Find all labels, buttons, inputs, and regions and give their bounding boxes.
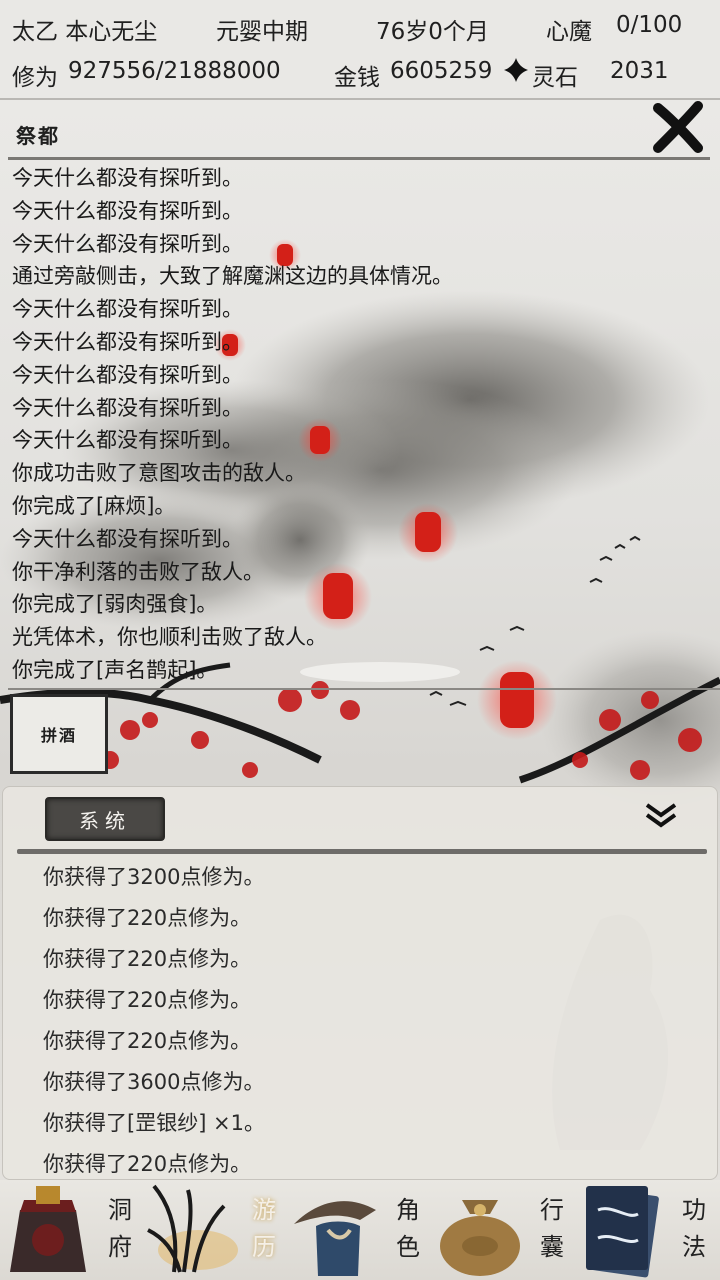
system-panel: 系统 你获得了3200点修为。 你获得了220点修为。 你获得了220点修为。 … (2, 786, 718, 1180)
heart-demon-value: 0/100 (616, 12, 683, 38)
log-line: 你完成了[麻烦]。 (12, 493, 176, 518)
tab-system[interactable]: 系统 (45, 797, 165, 841)
close-button[interactable] (650, 100, 706, 156)
log-line: 今天什么都没有探听到。 (12, 297, 243, 322)
system-message: 你获得了3600点修为。 (43, 1070, 265, 1094)
cultivation-value: 927556/21888000 (68, 58, 281, 84)
pouch-icon (440, 1200, 520, 1276)
system-message: 你获得了220点修为。 (43, 947, 252, 971)
cultivation-label: 修为 (12, 65, 58, 91)
spirit-stone-label: 灵石 (532, 65, 578, 91)
event-log: 今天什么都没有探听到。 今天什么都没有探听到。 今天什么都没有探听到。 通过旁敲… (12, 162, 702, 687)
log-line: 今天什么都没有探听到。 (12, 362, 243, 387)
nav-label-cave: 洞府 (108, 1196, 132, 1261)
log-line: 今天什么都没有探听到。 (12, 231, 243, 256)
money-value: 6605259 (390, 58, 493, 84)
drinking-contest-button[interactable]: 拼酒 (10, 694, 108, 774)
system-message: 你获得了220点修为。 (43, 1029, 252, 1053)
log-line: 你完成了[声名鹊起]。 (12, 657, 218, 682)
system-message: 你获得了220点修为。 (43, 906, 252, 930)
collapse-button[interactable] (641, 801, 681, 831)
log-line: 光凭体术，你也顺利击败了敌人。 (12, 625, 327, 650)
chevron-down-icon (645, 803, 677, 828)
log-line: 通过旁敲侧击，大致了解魔渊这边的具体情况。 (12, 264, 453, 289)
nav-item-pouch[interactable]: 行囊 (432, 1180, 576, 1280)
log-line: 你干净利落的击败了敌人。 (12, 559, 264, 584)
system-message: 你获得了220点修为。 (43, 988, 252, 1012)
log-line: 今天什么都没有探听到。 (12, 166, 243, 190)
player-name: 太乙 本心无尘 (12, 19, 158, 45)
nav-item-character[interactable]: 角色 (288, 1180, 432, 1280)
log-line: 你成功击败了意图攻击的敌人。 (12, 461, 306, 486)
character-hat-icon (294, 1201, 376, 1276)
status-bar: 太乙 本心无尘 元婴中期 76岁0个月 心魔 0/100 修为 927556/2… (0, 0, 720, 100)
nav-item-cave[interactable]: 洞府 (0, 1180, 144, 1280)
bottom-nav: 洞府 游历 角色 行囊 功法 (0, 1180, 720, 1280)
travel-reed-icon (147, 1184, 238, 1273)
nav-label-character: 角色 (396, 1196, 420, 1261)
system-message: 你获得了3200点修为。 (43, 865, 265, 889)
log-line: 今天什么都没有探听到。 (12, 526, 243, 551)
spirit-stone-value: 2031 (610, 58, 669, 84)
log-line: 今天什么都没有探听到。 (12, 428, 243, 453)
log-line: 你完成了[弱肉强食]。 (12, 592, 218, 617)
nav-item-techniques[interactable]: 功法 (576, 1180, 720, 1280)
nav-label-pouch: 行囊 (540, 1196, 564, 1261)
location-header: 祭都 (8, 101, 710, 160)
heart-demon-label: 心魔 (546, 19, 592, 45)
player-realm: 元婴中期 (216, 19, 308, 45)
nav-label-travel: 游历 (252, 1196, 276, 1261)
location-title: 祭都 (16, 124, 60, 148)
player-age: 76岁0个月 (376, 19, 489, 45)
system-message: 你获得了[罡银纱] ×1。 (43, 1111, 266, 1135)
log-line: 今天什么都没有探听到。 (12, 395, 243, 420)
nav-label-techniques: 功法 (682, 1196, 706, 1261)
system-message-list: 你获得了3200点修为。 你获得了220点修为。 你获得了220点修为。 你获得… (43, 857, 265, 1185)
book-icon (586, 1186, 659, 1278)
spirit-stone-icon (502, 56, 530, 90)
close-icon (653, 101, 703, 153)
log-divider (8, 688, 720, 690)
log-line: 今天什么都没有探听到。 (12, 329, 243, 354)
nav-item-travel[interactable]: 游历 (144, 1180, 288, 1280)
system-message: 你获得了220点修为。 (43, 1152, 252, 1176)
log-line: 今天什么都没有探听到。 (12, 198, 243, 223)
cave-bag-icon (10, 1186, 86, 1272)
panel-divider (17, 849, 707, 854)
money-label: 金钱 (334, 65, 380, 91)
